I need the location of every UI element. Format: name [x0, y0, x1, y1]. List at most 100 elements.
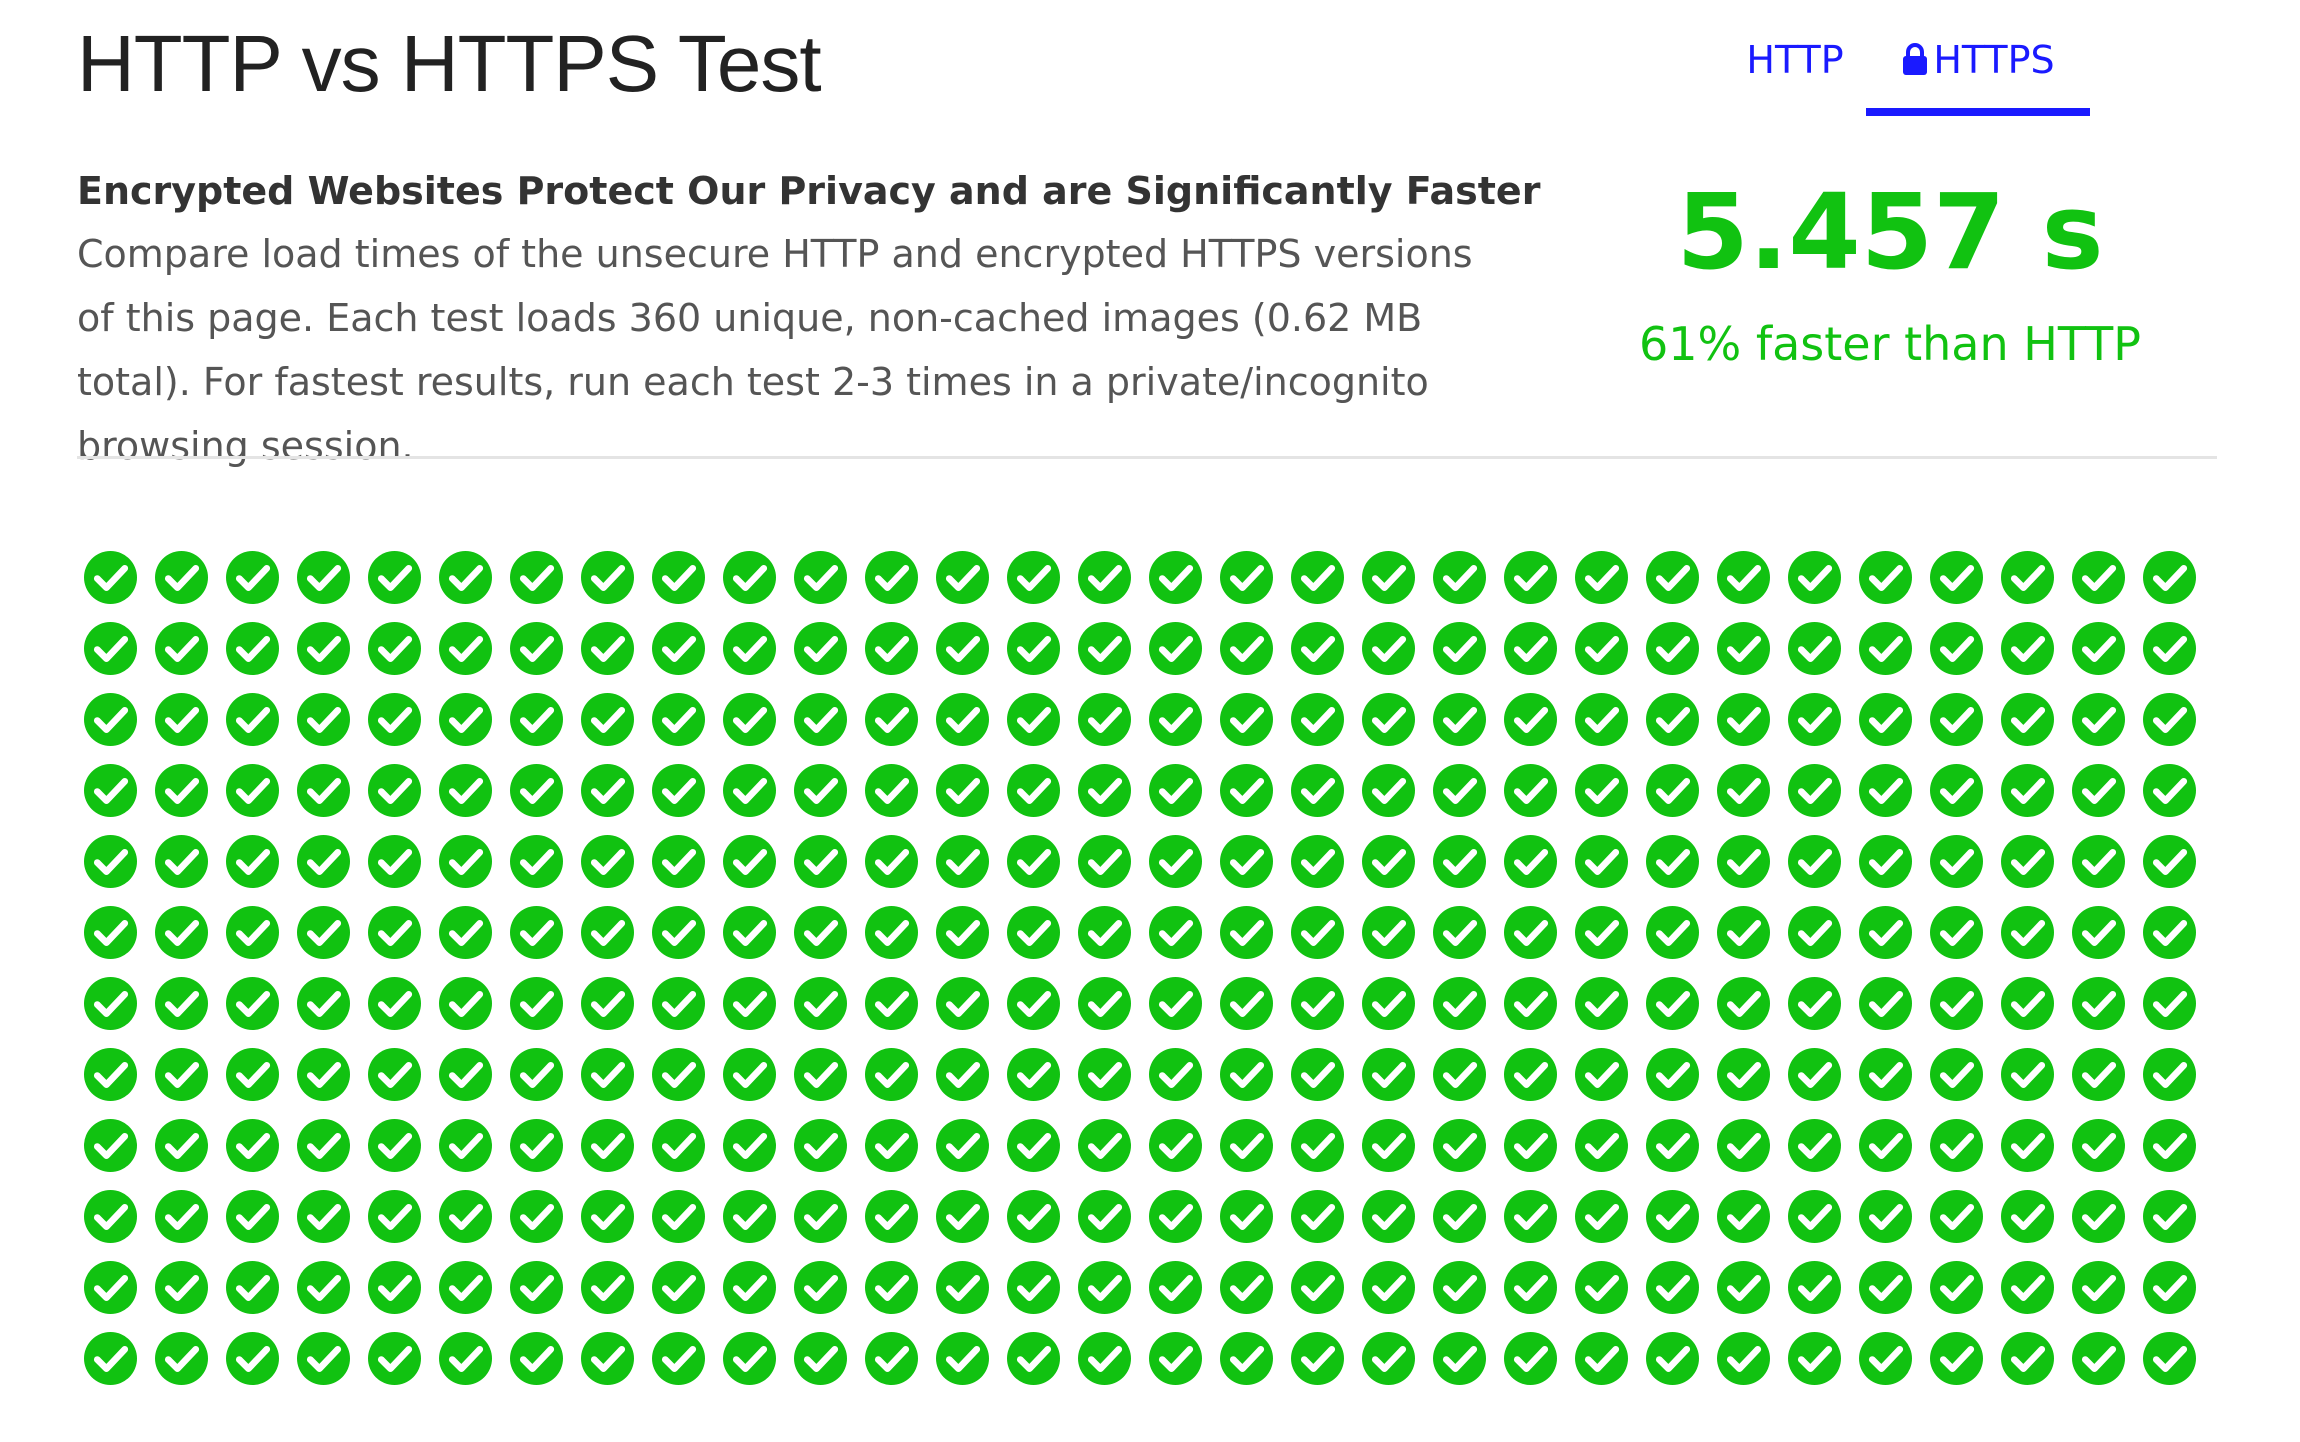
image-status-cell [297, 1261, 368, 1332]
image-status-cell [2001, 1190, 2072, 1261]
check-circle-icon [794, 1048, 847, 1101]
image-status-cell [155, 693, 226, 764]
check-circle-icon [1220, 1332, 1273, 1385]
image-status-cell [1078, 1190, 1149, 1261]
check-circle-icon [1078, 1190, 1131, 1243]
check-circle-icon [226, 835, 279, 888]
image-status-cell [865, 977, 936, 1048]
image-status-cell [1575, 693, 1646, 764]
image-status-cell [1930, 1048, 2001, 1119]
image-status-cell [439, 764, 510, 835]
image-status-cell [1433, 1048, 1504, 1119]
image-status-cell [936, 551, 1007, 622]
check-circle-icon [1859, 977, 1912, 1030]
tab-https[interactable]: HTTPS [1866, 30, 2090, 116]
check-circle-icon [510, 977, 563, 1030]
image-status-cell [1149, 1048, 1220, 1119]
check-circle-icon [510, 835, 563, 888]
image-status-cell [1291, 551, 1362, 622]
image-status-cell [1291, 977, 1362, 1048]
check-circle-icon [297, 1119, 350, 1172]
check-circle-icon [155, 551, 208, 604]
result-panel: 5.457 s 61% faster than HTTP [1580, 170, 2200, 374]
image-status-cell [1433, 551, 1504, 622]
image-status-cell [1362, 977, 1433, 1048]
image-status-cell [652, 906, 723, 977]
check-circle-icon [1575, 835, 1628, 888]
check-circle-icon [1788, 622, 1841, 675]
image-status-cell [1717, 764, 1788, 835]
image-status-cell [723, 835, 794, 906]
check-circle-icon [1717, 1261, 1770, 1314]
image-status-cell [652, 1190, 723, 1261]
check-circle-icon [2001, 906, 2054, 959]
tab-http[interactable]: HTTP [1700, 30, 1890, 116]
check-circle-icon [1078, 1332, 1131, 1385]
image-status-cell [1007, 906, 1078, 977]
image-status-cell [936, 693, 1007, 764]
image-status-cell [865, 1048, 936, 1119]
check-circle-icon [1362, 764, 1415, 817]
check-circle-icon [1078, 1048, 1131, 1101]
image-status-cell [297, 977, 368, 1048]
image-status-cell [368, 764, 439, 835]
check-circle-icon [1930, 906, 1983, 959]
check-circle-icon [1788, 551, 1841, 604]
check-circle-icon [1149, 1261, 1202, 1314]
image-status-cell [1362, 622, 1433, 693]
check-circle-icon [2072, 906, 2125, 959]
image-status-cell [226, 1261, 297, 1332]
image-status-cell [1575, 977, 1646, 1048]
image-status-cell [84, 1332, 155, 1403]
image-status-cell [510, 906, 581, 977]
check-circle-icon [1504, 906, 1557, 959]
image-status-cell [226, 1190, 297, 1261]
check-circle-icon [1078, 551, 1131, 604]
check-circle-icon [652, 1048, 705, 1101]
check-circle-icon [439, 1261, 492, 1314]
image-status-cell [1575, 835, 1646, 906]
image-status-cell [1859, 1190, 1930, 1261]
image-status-cell [1149, 1261, 1220, 1332]
check-circle-icon [1504, 1332, 1557, 1385]
check-circle-icon [794, 1332, 847, 1385]
image-status-cell [1220, 551, 1291, 622]
check-circle-icon [84, 693, 137, 746]
image-status-cell [1007, 1332, 1078, 1403]
check-circle-icon [1930, 1048, 1983, 1101]
check-circle-icon [723, 551, 776, 604]
image-status-cell [226, 1119, 297, 1190]
image-status-cell [1362, 1048, 1433, 1119]
image-status-cell [1149, 622, 1220, 693]
image-status-cell [1646, 764, 1717, 835]
image-status-cell [1291, 1190, 1362, 1261]
image-status-cell [1930, 977, 2001, 1048]
check-circle-icon [1433, 622, 1486, 675]
image-status-cell [936, 977, 1007, 1048]
check-circle-icon [1504, 764, 1557, 817]
check-circle-icon [2001, 1048, 2054, 1101]
image-status-cell [1859, 977, 1930, 1048]
image-status-cell [1149, 835, 1220, 906]
image-status-cell [1788, 693, 1859, 764]
image-status-cell [297, 835, 368, 906]
check-circle-icon [865, 693, 918, 746]
check-circle-icon [1717, 1048, 1770, 1101]
check-circle-icon [865, 764, 918, 817]
check-circle-icon [226, 1119, 279, 1172]
check-circle-icon [1149, 835, 1202, 888]
image-status-cell [1007, 693, 1078, 764]
check-circle-icon [510, 622, 563, 675]
image-status-cell [1717, 977, 1788, 1048]
check-circle-icon [1788, 1261, 1841, 1314]
image-status-cell [865, 1261, 936, 1332]
image-status-cell [794, 1119, 865, 1190]
check-circle-icon [1149, 764, 1202, 817]
image-status-cell [2143, 835, 2214, 906]
image-status-cell [1930, 1261, 2001, 1332]
check-circle-icon [226, 1332, 279, 1385]
image-status-cell [1220, 622, 1291, 693]
image-status-cell [2001, 1119, 2072, 1190]
image-status-cell [1504, 764, 1575, 835]
check-circle-icon [1646, 1261, 1699, 1314]
